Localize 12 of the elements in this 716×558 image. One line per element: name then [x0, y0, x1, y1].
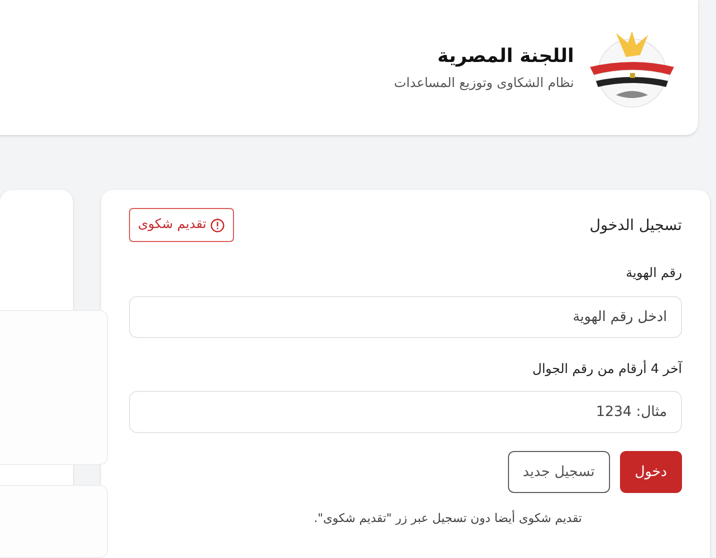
help-note: تقديم شكوى أيضا دون تسجيل عبر زر "تقديم شكوى".: [312, 509, 583, 527]
login-title: تسجيل الدخول: [590, 214, 682, 236]
complaint-button[interactable]: تقديم شكوى: [129, 208, 234, 242]
register-button[interactable]: تسجيل جديد: [508, 451, 610, 493]
app-subtitle: نظام الشكاوى وتوزيع المساعدات: [394, 75, 574, 93]
field-label: آخر 4 أرقام من رقم الجوال: [531, 360, 682, 378]
app-title: اللجنة المصرية: [436, 44, 574, 69]
input-field[interactable]: مثال: 1234: [129, 391, 682, 433]
input-field[interactable]: ادخل رقم الهوية: [129, 296, 682, 338]
login-button[interactable]: دخول: [620, 451, 682, 493]
alert-icon: [210, 218, 226, 232]
field-label: رقم الهوية: [624, 265, 682, 283]
